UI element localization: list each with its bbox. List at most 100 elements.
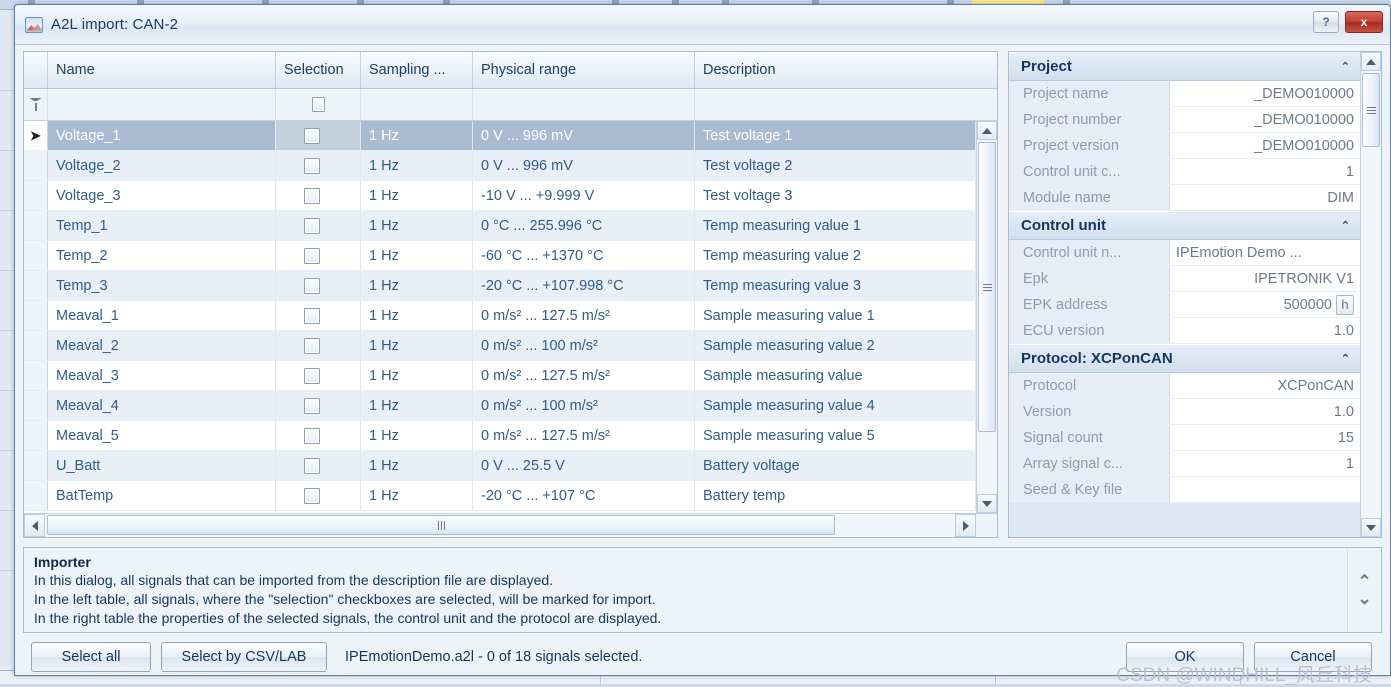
property-group-header[interactable]: Project⌃ xyxy=(1009,52,1360,81)
property-row[interactable]: Module nameDIM xyxy=(1009,185,1360,211)
table-row[interactable]: Temp_11 Hz0 °C ... 255.996 °CTemp measur… xyxy=(24,211,976,241)
row-selection-checkbox[interactable] xyxy=(276,181,361,210)
row-selection-checkbox[interactable] xyxy=(276,151,361,180)
property-row[interactable]: EPK address500000h xyxy=(1009,292,1360,318)
grid-horizontal-scrollbar[interactable] xyxy=(24,513,997,537)
property-row[interactable]: Signal count15 xyxy=(1009,425,1360,451)
property-value[interactable]: _DEMO010000 xyxy=(1170,107,1360,132)
property-value[interactable] xyxy=(1170,477,1360,502)
table-row[interactable]: Voltage_31 Hz-10 V ... +9.999 VTest volt… xyxy=(24,181,976,211)
cancel-button[interactable]: Cancel xyxy=(1254,642,1372,672)
property-row[interactable]: Control unit n...IPEmotion Demo ... xyxy=(1009,240,1360,266)
chevron-up-icon[interactable]: ⌃ xyxy=(1341,219,1350,232)
row-selection-checkbox[interactable] xyxy=(276,331,361,360)
property-row[interactable]: ProtocolXCPonCAN xyxy=(1009,373,1360,399)
row-description: Temp measuring value 2 xyxy=(695,241,976,270)
filter-name-input[interactable] xyxy=(48,89,276,120)
chevron-down-icon[interactable]: ⌄ xyxy=(1357,593,1371,604)
select-all-button[interactable]: Select all xyxy=(31,642,151,672)
filter-sampling-input[interactable] xyxy=(361,89,473,120)
row-selection-checkbox[interactable] xyxy=(276,391,361,420)
property-value[interactable]: 1.0 xyxy=(1170,318,1360,343)
table-row[interactable]: Temp_21 Hz-60 °C ... +1370 °CTemp measur… xyxy=(24,241,976,271)
filter-selection-checkbox[interactable] xyxy=(276,89,361,120)
property-value[interactable]: IPETRONIK V1 xyxy=(1170,266,1360,291)
grid-header-description[interactable]: Description xyxy=(695,52,997,88)
table-row[interactable]: Meaval_31 Hz0 m/s² ... 127.5 m/s²Sample … xyxy=(24,361,976,391)
grid-header-range[interactable]: Physical range xyxy=(473,52,695,88)
row-selection-checkbox[interactable] xyxy=(276,211,361,240)
grid-vertical-scrollbar[interactable] xyxy=(976,121,997,513)
filter-description-input[interactable] xyxy=(695,89,997,120)
property-value[interactable]: 15 xyxy=(1170,425,1360,450)
grid-header-selection[interactable]: Selection xyxy=(276,52,361,88)
table-row[interactable]: U_Batt1 Hz0 V ... 25.5 VBattery voltage xyxy=(24,451,976,481)
property-row[interactable]: Project version_DEMO010000 xyxy=(1009,133,1360,159)
chevron-up-icon[interactable]: ⌃ xyxy=(1341,352,1350,365)
table-row[interactable]: Meaval_41 Hz0 m/s² ... 100 m/s²Sample me… xyxy=(24,391,976,421)
property-value[interactable]: IPEmotion Demo ... xyxy=(1170,240,1360,265)
row-selection-checkbox[interactable] xyxy=(276,121,361,150)
properties-scroll-down-arrow-icon[interactable] xyxy=(1361,518,1381,537)
properties-vscroll-thumb[interactable] xyxy=(1362,73,1380,147)
row-sampling: 1 Hz xyxy=(361,211,473,240)
table-row[interactable]: Meaval_21 Hz0 m/s² ... 100 m/s²Sample me… xyxy=(24,331,976,361)
properties-vscroll-track[interactable] xyxy=(1361,71,1381,518)
property-row[interactable]: Array signal c...1 xyxy=(1009,451,1360,477)
property-value[interactable]: 1 xyxy=(1170,159,1360,184)
table-row[interactable]: Meaval_51 Hz0 m/s² ... 127.5 m/s²Sample … xyxy=(24,421,976,451)
property-row[interactable]: ECU version1.0 xyxy=(1009,318,1360,344)
property-value[interactable]: 1.0 xyxy=(1170,399,1360,424)
filter-range-input[interactable] xyxy=(473,89,695,120)
property-value[interactable]: XCPonCAN xyxy=(1170,373,1360,398)
row-selection-checkbox[interactable] xyxy=(276,301,361,330)
property-value[interactable]: _DEMO010000 xyxy=(1170,133,1360,158)
scroll-left-arrow-icon[interactable] xyxy=(24,514,45,537)
property-value[interactable]: 1 xyxy=(1170,451,1360,476)
grid-header-sampling[interactable]: Sampling ... xyxy=(361,52,473,88)
table-row[interactable]: Meaval_11 Hz0 m/s² ... 127.5 m/s²Sample … xyxy=(24,301,976,331)
property-unit-button[interactable]: h xyxy=(1336,295,1354,315)
grid-hscroll-track[interactable] xyxy=(45,514,955,537)
table-row[interactable]: ➤Voltage_11 Hz0 V ... 996 mVTest voltage… xyxy=(24,121,976,151)
close-button[interactable]: x xyxy=(1345,11,1383,33)
chevron-up-icon[interactable]: ⌃ xyxy=(1357,576,1371,587)
property-value[interactable]: _DEMO010000 xyxy=(1170,81,1360,106)
grid-vscroll-thumb[interactable] xyxy=(978,142,996,432)
scroll-right-arrow-icon[interactable] xyxy=(955,514,976,537)
select-by-csv-lab-button[interactable]: Select by CSV/LAB xyxy=(161,642,327,672)
property-value[interactable]: 500000h xyxy=(1170,292,1360,317)
help-scroll-controls[interactable]: ⌃ ⌄ xyxy=(1347,548,1381,632)
chevron-up-icon[interactable]: ⌃ xyxy=(1341,60,1350,73)
property-row[interactable]: Project name_DEMO010000 xyxy=(1009,81,1360,107)
property-group-header[interactable]: Protocol: XCPonCAN⌃ xyxy=(1009,344,1360,373)
row-name: Meaval_4 xyxy=(48,391,276,420)
row-selection-checkbox[interactable] xyxy=(276,271,361,300)
property-row[interactable]: Project number_DEMO010000 xyxy=(1009,107,1360,133)
row-selection-checkbox[interactable] xyxy=(276,361,361,390)
property-group-header[interactable]: Control unit⌃ xyxy=(1009,211,1360,240)
scroll-up-arrow-icon[interactable] xyxy=(977,121,997,140)
properties-scroll-up-arrow-icon[interactable] xyxy=(1361,52,1381,71)
scroll-down-arrow-icon[interactable] xyxy=(977,494,997,513)
table-row[interactable]: Voltage_21 Hz0 V ... 996 mVTest voltage … xyxy=(24,151,976,181)
grid-hscroll-thumb[interactable] xyxy=(47,515,835,535)
property-row[interactable]: EpkIPETRONIK V1 xyxy=(1009,266,1360,292)
property-row[interactable]: Control unit c...1 xyxy=(1009,159,1360,185)
ok-button[interactable]: OK xyxy=(1126,642,1244,672)
row-selection-checkbox[interactable] xyxy=(276,241,361,270)
filter-funnel-icon[interactable] xyxy=(24,89,48,120)
property-value[interactable]: DIM xyxy=(1170,185,1360,210)
property-row[interactable]: Seed & Key file xyxy=(1009,477,1360,503)
table-row[interactable]: BatTemp1 Hz-20 °C ... +107 °CBattery tem… xyxy=(24,481,976,511)
grid-header-name[interactable]: Name xyxy=(48,52,276,88)
row-selection-checkbox[interactable] xyxy=(276,481,361,510)
row-sampling: 1 Hz xyxy=(361,271,473,300)
property-row[interactable]: Version1.0 xyxy=(1009,399,1360,425)
row-selection-checkbox[interactable] xyxy=(276,421,361,450)
table-row[interactable]: Temp_31 Hz-20 °C ... +107.998 °CTemp mea… xyxy=(24,271,976,301)
row-selection-checkbox[interactable] xyxy=(276,451,361,480)
grid-vscroll-track[interactable] xyxy=(977,140,997,494)
help-button[interactable]: ? xyxy=(1313,11,1339,33)
properties-vertical-scrollbar[interactable] xyxy=(1360,52,1381,537)
